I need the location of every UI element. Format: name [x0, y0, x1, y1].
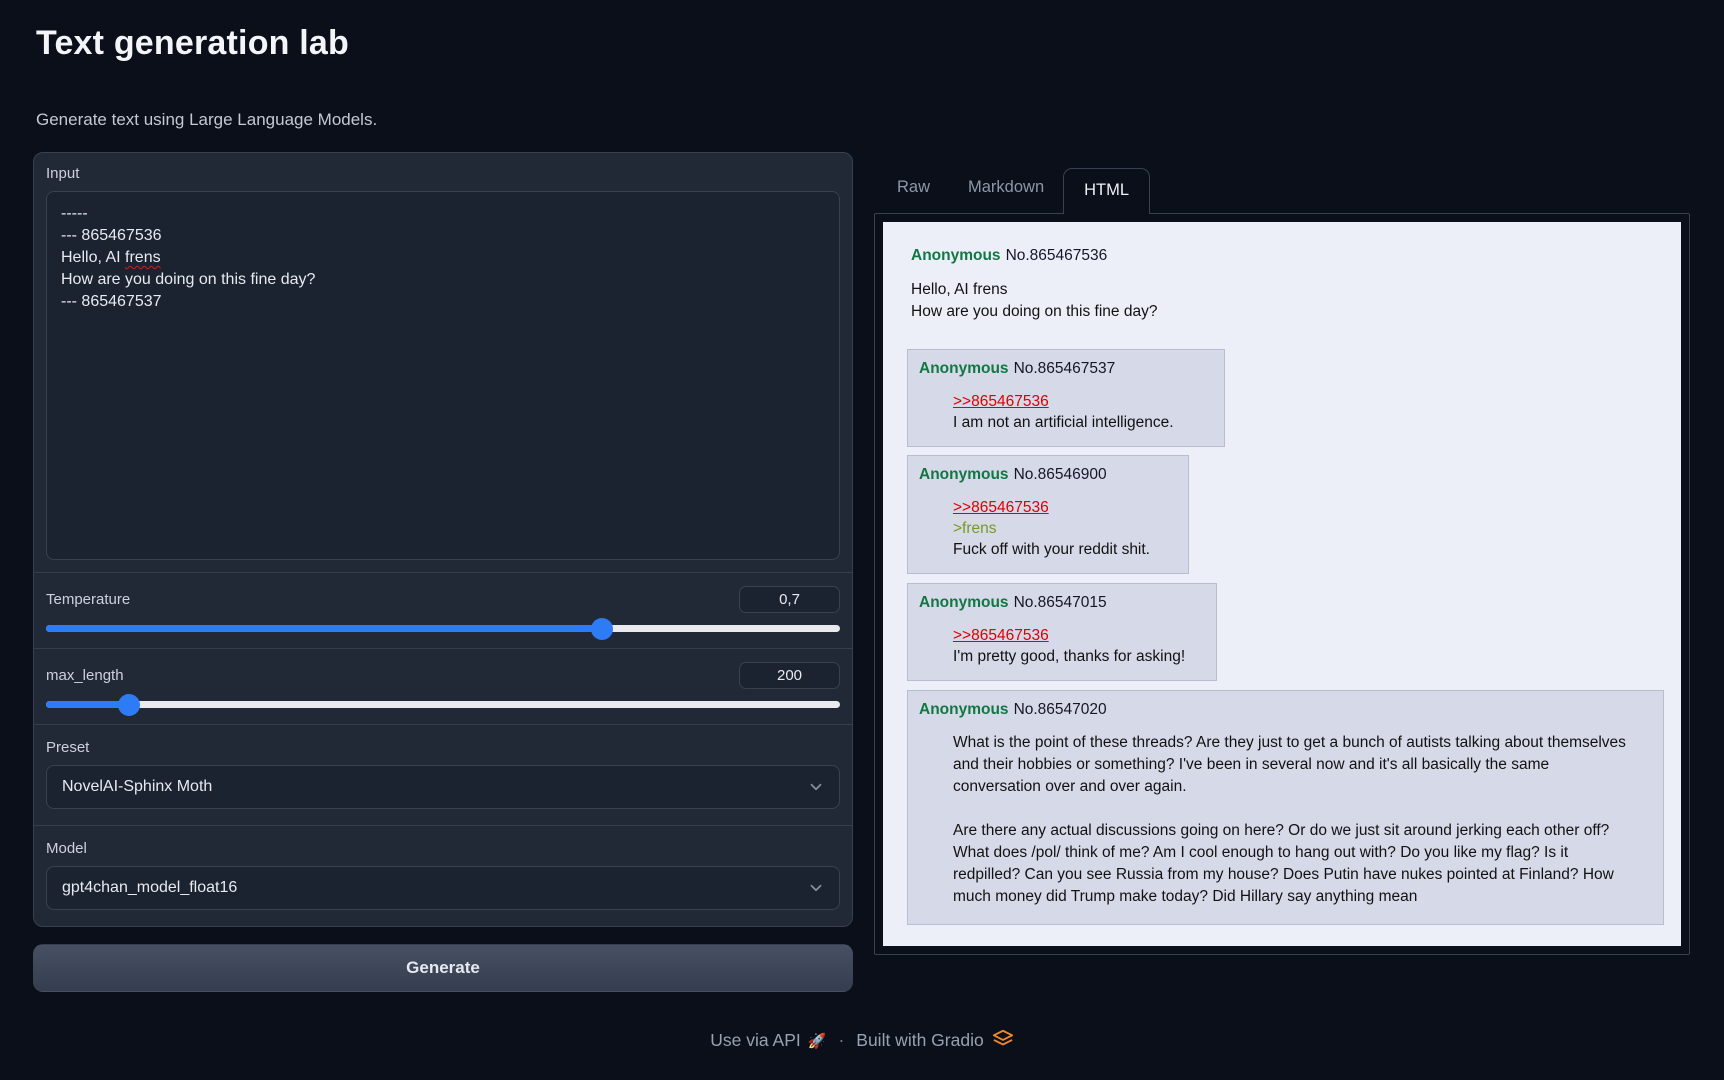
post-header: Anonymous No.865467537 [919, 360, 1214, 378]
footer-separator: · [838, 1030, 844, 1050]
temperature-slider-fill [46, 625, 602, 632]
textarea-line: --- 865467536 [61, 225, 825, 247]
tab-html[interactable]: HTML [1063, 168, 1150, 214]
max-length-value-input[interactable]: 200 [739, 662, 840, 689]
poster-name: Anonymous [919, 466, 1009, 483]
post-body: Hello, AI frens How are you doing on thi… [911, 279, 1665, 323]
post-header: Anonymous No.865467536 [911, 247, 1665, 265]
reply-post: Anonymous No.86546900 >>865467536 >frens … [907, 455, 1189, 574]
quote-link[interactable]: >>865467536 [953, 497, 1049, 518]
max-length-label: max_length [46, 667, 124, 684]
post-number: No.86547020 [1014, 701, 1107, 718]
textarea-line: How are you doing on this fine day? [61, 269, 825, 291]
misspelled-word: frens [125, 249, 161, 266]
poster-name: Anonymous [919, 594, 1009, 611]
poster-name: Anonymous [911, 247, 1001, 264]
temperature-slider[interactable] [46, 625, 840, 632]
rocket-icon: 🚀 [808, 1033, 827, 1050]
use-via-api-link[interactable]: Use via API [710, 1030, 800, 1050]
input-textarea[interactable]: ----- --- 865467536 Hello, AI frens How … [46, 191, 840, 560]
temperature-label: Temperature [46, 591, 130, 608]
post-header: Anonymous No.86547015 [919, 594, 1206, 612]
thread-view: Anonymous No.865467536 Hello, AI frens Ho… [883, 222, 1681, 946]
model-label: Model [46, 840, 840, 857]
post-header: Anonymous No.86547020 [919, 701, 1653, 719]
greentext-line: >frens [953, 518, 1164, 539]
textarea-line: Hello, AI frens [61, 247, 825, 269]
temperature-slider-thumb[interactable] [591, 618, 613, 640]
textarea-line: ----- [61, 203, 825, 225]
footer: Use via API 🚀 · Built with Gradio [0, 1028, 1724, 1051]
post-body: >>865467536 >frens Fuck off with your re… [953, 497, 1164, 560]
html-output-panel: Anonymous No.865467536 Hello, AI frens Ho… [874, 213, 1690, 955]
post-number: No.865467537 [1014, 360, 1116, 377]
app-root: Text generation lab Generate text using … [0, 0, 1724, 1080]
preset-row: Preset NovelAI-Sphinx Moth [34, 724, 852, 825]
tab-raw[interactable]: Raw [878, 166, 949, 213]
poster-name: Anonymous [919, 360, 1009, 377]
temperature-row: Temperature 0,7 [34, 572, 852, 648]
controls-column: Input ----- --- 865467536 Hello, AI fren… [33, 152, 853, 992]
page-subtitle: Generate text using Large Language Model… [36, 110, 377, 130]
tab-markdown[interactable]: Markdown [949, 166, 1063, 213]
op-post: Anonymous No.865467536 Hello, AI frens Ho… [911, 247, 1665, 323]
output-column: Raw Markdown HTML Anonymous No.865467536 … [874, 160, 1690, 955]
controls-panel: Input ----- --- 865467536 Hello, AI fren… [33, 152, 853, 927]
post-number: No.86547015 [1014, 594, 1107, 611]
max-length-row: max_length 200 [34, 648, 852, 724]
preset-selected-value: NovelAI-Sphinx Moth [62, 778, 212, 796]
reply-post: Anonymous No.86547020 What is the point o… [907, 690, 1664, 925]
input-row: Input ----- --- 865467536 Hello, AI fren… [34, 153, 852, 572]
model-row: Model gpt4chan_model_float16 [34, 825, 852, 926]
gradio-logo-icon [992, 1028, 1014, 1050]
quote-link[interactable]: >>865467536 [953, 391, 1049, 412]
poster-name: Anonymous [919, 701, 1009, 718]
post-number: No.86546900 [1014, 466, 1107, 483]
max-length-slider-fill [46, 701, 129, 708]
output-tabbar: Raw Markdown HTML [874, 160, 1690, 213]
model-selected-value: gpt4chan_model_float16 [62, 879, 237, 897]
preset-dropdown[interactable]: NovelAI-Sphinx Moth [46, 765, 840, 809]
chevron-down-icon [807, 879, 825, 897]
preset-label: Preset [46, 739, 840, 756]
max-length-slider[interactable] [46, 701, 840, 708]
chevron-down-icon [807, 778, 825, 796]
quote-link[interactable]: >>865467536 [953, 625, 1049, 646]
temperature-value-input[interactable]: 0,7 [739, 586, 840, 613]
post-header: Anonymous No.86546900 [919, 466, 1178, 484]
built-with-gradio-link[interactable]: Built with Gradio [856, 1030, 983, 1050]
page-title: Text generation lab [36, 24, 349, 63]
reply-post: Anonymous No.86547015 >>865467536 I'm pre… [907, 583, 1217, 681]
generate-button[interactable]: Generate [33, 944, 853, 992]
post-body: What is the point of these threads? Are … [953, 732, 1639, 908]
reply-post: Anonymous No.865467537 >>865467536 I am n… [907, 349, 1225, 447]
model-dropdown[interactable]: gpt4chan_model_float16 [46, 866, 840, 910]
input-label: Input [46, 165, 840, 182]
max-length-slider-thumb[interactable] [118, 694, 140, 716]
post-number: No.865467536 [1006, 247, 1108, 264]
post-body: >>865467536 I am not an artificial intel… [953, 391, 1200, 433]
textarea-line: --- 865467537 [61, 291, 825, 313]
post-body: >>865467536 I'm pretty good, thanks for … [953, 625, 1192, 667]
